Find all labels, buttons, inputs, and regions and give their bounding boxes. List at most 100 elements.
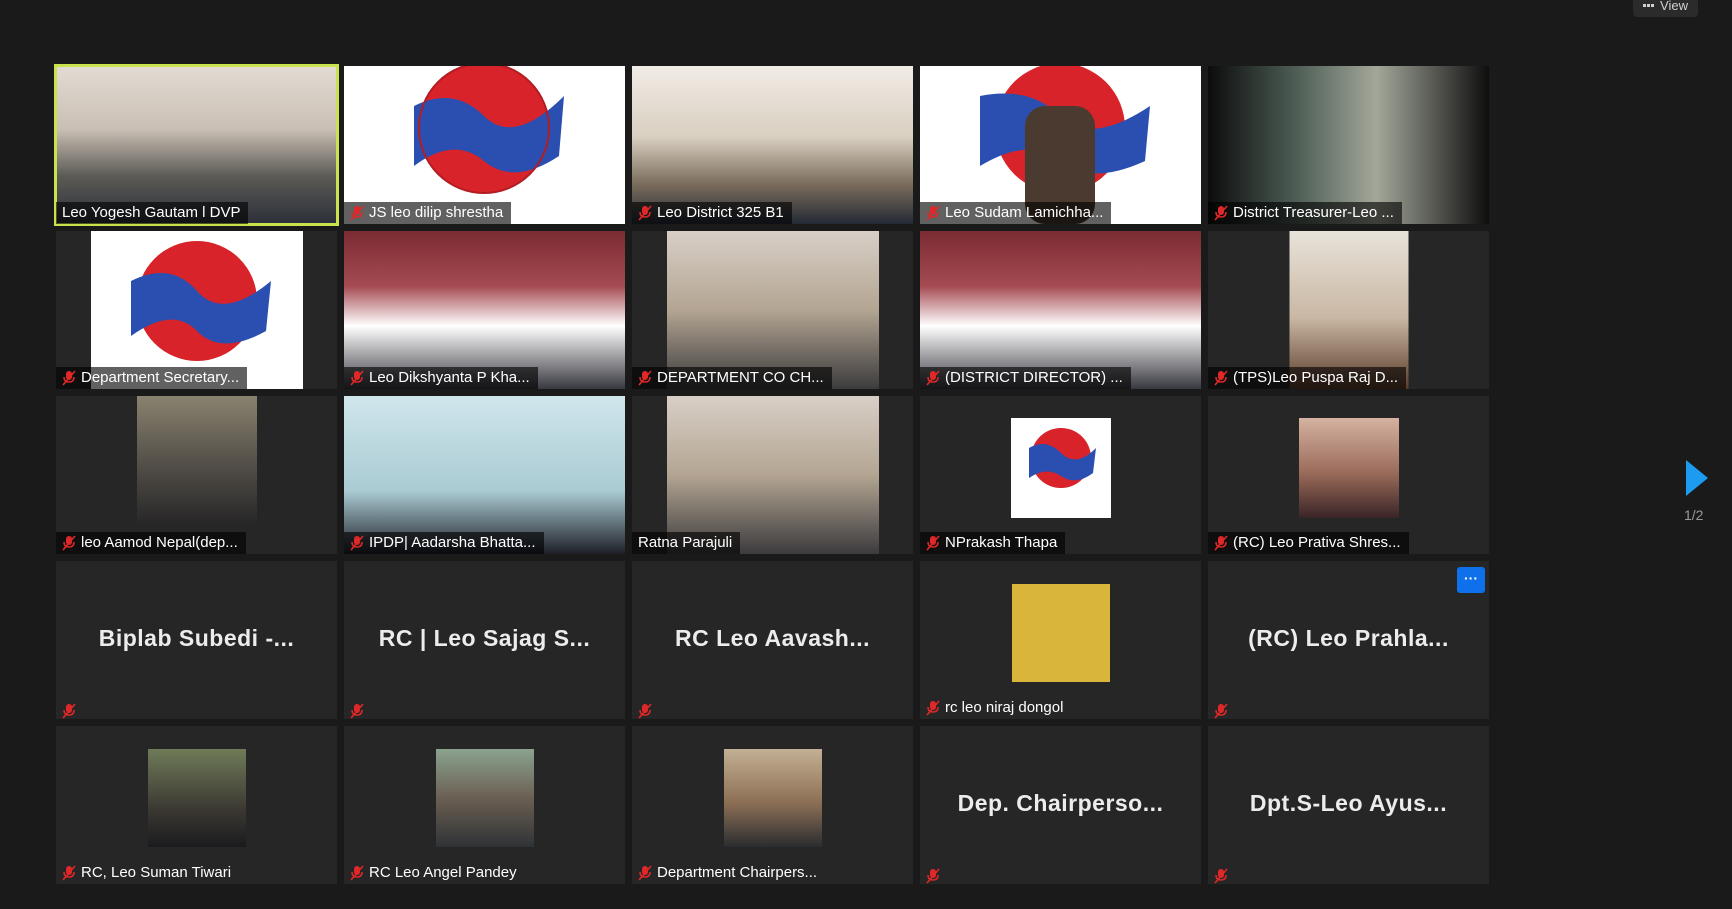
participant-nameplate: NPrakash Thapa [920, 532, 1066, 554]
next-page-arrow-icon[interactable] [1686, 460, 1708, 496]
participant-nameplate [1208, 868, 1236, 884]
participant-tile[interactable]: Dpt.S-Leo Ayus... [1208, 726, 1489, 884]
participant-nameplate [56, 703, 84, 719]
participant-photo [435, 749, 534, 847]
muted-mic-icon [350, 205, 364, 221]
muted-mic-icon [638, 370, 652, 386]
page-indicator: 1/2 [1684, 507, 1704, 523]
muted-mic-icon [638, 703, 652, 719]
participant-name: Leo Sudam Lamichha... [945, 204, 1104, 221]
participant-photo [1011, 584, 1110, 682]
participant-nameplate: rc leo niraj dongol [920, 697, 1071, 719]
muted-mic-icon [926, 868, 940, 884]
more-options-button[interactable]: ··· [1457, 567, 1485, 593]
muted-mic-icon [350, 865, 364, 881]
muted-mic-icon [350, 535, 364, 551]
muted-mic-icon [926, 205, 940, 221]
participant-name: Leo Yogesh Gautam l DVP [62, 204, 241, 221]
participant-tile[interactable]: RC Leo Aavash... [632, 561, 913, 719]
participant-name: District Treasurer-Leo ... [1233, 204, 1394, 221]
participant-video [666, 396, 879, 554]
participant-name: DEPARTMENT CO CH... [657, 369, 824, 386]
participant-nameplate: DEPARTMENT CO CH... [632, 367, 832, 389]
muted-mic-icon [62, 703, 76, 719]
participant-video [1289, 231, 1408, 389]
participant-nameplate: RC, Leo Suman Tiwari [56, 862, 239, 884]
leo-club-logo [90, 231, 303, 389]
participant-display-name: RC Leo Aavash... [674, 625, 871, 651]
grid-view-icon [1643, 4, 1655, 7]
participant-name: Ratna Parajuli [638, 534, 733, 551]
participant-tile[interactable]: (DISTRICT DIRECTOR) ... [920, 231, 1201, 389]
muted-mic-icon [926, 700, 940, 716]
participant-tile[interactable]: Ratna Parajuli [632, 396, 913, 554]
participant-tile[interactable]: NPrakash Thapa [920, 396, 1201, 554]
participant-name: (DISTRICT DIRECTOR) ... [945, 369, 1123, 386]
participant-photo [723, 749, 822, 847]
participant-tile[interactable]: Department Secretary... [56, 231, 337, 389]
muted-mic-icon [1214, 703, 1228, 719]
view-button-label: View [1660, 0, 1688, 13]
participant-tile[interactable]: Leo Yogesh Gautam l DVP [54, 64, 339, 226]
muted-mic-icon [62, 865, 76, 881]
muted-mic-icon [1214, 868, 1228, 884]
participant-tile[interactable]: (TPS)Leo Puspa Raj D... [1208, 231, 1489, 389]
participant-tile[interactable]: leo Aamod Nepal(dep... [56, 396, 337, 554]
participant-name: IPDP| Aadarsha Bhatta... [369, 534, 536, 551]
participant-nameplate: Department Chairpers... [632, 862, 825, 884]
participant-nameplate: IPDP| Aadarsha Bhatta... [344, 532, 544, 554]
participant-name: (RC) Leo Prativa Shres... [1233, 534, 1401, 551]
participant-nameplate: Leo Sudam Lamichha... [920, 202, 1112, 224]
gallery-grid: Leo Yogesh Gautam l DVP JS leo dilip shr… [54, 64, 1489, 884]
participant-nameplate: (DISTRICT DIRECTOR) ... [920, 367, 1131, 389]
muted-mic-icon [638, 865, 652, 881]
participant-display-name: (RC) Leo Prahla... [1248, 625, 1449, 651]
participant-nameplate: (TPS)Leo Puspa Raj D... [1208, 367, 1407, 389]
participant-tile[interactable]: Leo District 325 B1 [632, 66, 913, 224]
participant-nameplate: Ratna Parajuli [632, 532, 741, 554]
participant-name: Department Secretary... [81, 369, 240, 386]
participant-name: rc leo niraj dongol [945, 699, 1064, 716]
participant-nameplate: Leo Dikshyanta P Kha... [344, 367, 538, 389]
participant-tile[interactable]: District Treasurer-Leo ... [1208, 66, 1489, 224]
participant-nameplate: RC Leo Angel Pandey [344, 862, 525, 884]
muted-mic-icon [1214, 205, 1228, 221]
participant-tile[interactable]: IPDP| Aadarsha Bhatta... [344, 396, 625, 554]
participant-tile[interactable]: Biplab Subedi -... [56, 561, 337, 719]
participant-tile[interactable]: RC | Leo Sajag S... [344, 561, 625, 719]
participant-display-name: Biplab Subedi -... [98, 625, 295, 651]
leo-club-logo [980, 66, 1150, 224]
view-button[interactable]: View [1633, 0, 1698, 17]
muted-mic-icon [350, 370, 364, 386]
participant-nameplate [632, 703, 660, 719]
participant-name: RC Leo Angel Pandey [369, 864, 517, 881]
muted-mic-icon [62, 535, 76, 551]
participant-name: NPrakash Thapa [945, 534, 1058, 551]
participant-tile[interactable]: Leo Sudam Lamichha... [920, 66, 1201, 224]
participant-nameplate [920, 868, 948, 884]
muted-mic-icon [62, 370, 76, 386]
participant-nameplate [1208, 703, 1236, 719]
participant-tile[interactable]: Department Chairpers... [632, 726, 913, 884]
participant-tile[interactable]: ··· (RC) Leo Prahla... [1208, 561, 1489, 719]
participant-tile[interactable]: RC, Leo Suman Tiwari [56, 726, 337, 884]
participant-name: Leo District 325 B1 [657, 204, 784, 221]
participant-nameplate: District Treasurer-Leo ... [1208, 202, 1402, 224]
participant-tile[interactable]: rc leo niraj dongol [920, 561, 1201, 719]
participant-tile[interactable]: (RC) Leo Prativa Shres... [1208, 396, 1489, 554]
participant-nameplate: Leo Yogesh Gautam l DVP [56, 202, 249, 224]
participant-nameplate: leo Aamod Nepal(dep... [56, 532, 246, 554]
participant-name: leo Aamod Nepal(dep... [81, 534, 238, 551]
participant-display-name: Dep. Chairperso... [957, 790, 1164, 816]
participant-tile[interactable]: JS leo dilip shrestha [344, 66, 625, 224]
participant-name: (TPS)Leo Puspa Raj D... [1233, 369, 1399, 386]
participant-photo [147, 749, 246, 847]
participant-name: Department Chairpers... [657, 864, 818, 881]
participant-tile[interactable]: Dep. Chairperso... [920, 726, 1201, 884]
participant-tile[interactable]: Leo Dikshyanta P Kha... [344, 231, 625, 389]
participant-tile[interactable]: RC Leo Angel Pandey [344, 726, 625, 884]
participant-tile[interactable]: DEPARTMENT CO CH... [632, 231, 913, 389]
participant-nameplate: Leo District 325 B1 [632, 202, 792, 224]
muted-mic-icon [638, 205, 652, 221]
participant-photo [136, 396, 257, 525]
